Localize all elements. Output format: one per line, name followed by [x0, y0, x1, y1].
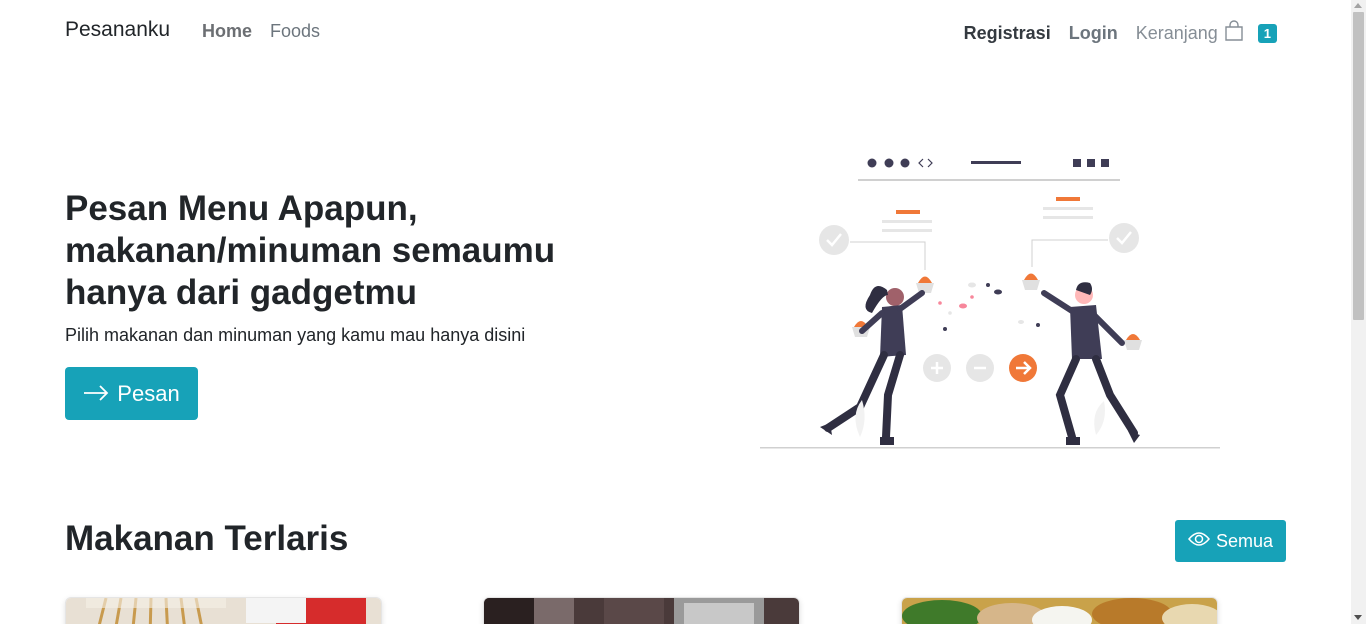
drink-food-image	[484, 598, 799, 624]
nav-links: Home Foods	[202, 21, 320, 42]
navbar: Pesananku Home Foods Registrasi Login Ke…	[0, 0, 1351, 62]
shopping-bag-icon	[1224, 20, 1244, 47]
food-card-sate[interactable]	[65, 597, 382, 624]
food-card-drink[interactable]	[483, 597, 800, 624]
arrow-right-icon	[83, 381, 109, 407]
eye-icon	[1187, 531, 1216, 552]
section-title-bold: Terlaris	[224, 519, 349, 558]
nav-link-home[interactable]: Home	[202, 21, 252, 42]
hero-title-bold: Pesan Menu Apapun	[65, 189, 408, 228]
login-link[interactable]: Login	[1069, 23, 1118, 44]
nav-right: Registrasi Login Keranjang 1	[964, 20, 1277, 47]
register-link[interactable]: Registrasi	[964, 23, 1051, 44]
food-card-rice-dish[interactable]	[901, 597, 1218, 624]
nav-link-foods[interactable]: Foods	[270, 21, 320, 42]
hero-illustration	[760, 145, 1220, 455]
hero-subtitle: Pilih makanan dan minuman yang kamu mau …	[65, 325, 526, 345]
cart-count-badge: 1	[1257, 24, 1277, 43]
see-all-label: Semua	[1215, 530, 1274, 551]
scroll-up-arrow-icon[interactable]	[1354, 3, 1362, 8]
rice-dish-food-image	[902, 598, 1217, 624]
section-title: Makanan Terlaris	[65, 519, 348, 559]
brand-logo[interactable]: Pesananku	[65, 18, 170, 42]
order-button-label: Pesan	[117, 380, 180, 406]
section-title-normal: Makanan	[65, 519, 225, 558]
see-all-button[interactable]: Semua	[1175, 520, 1286, 562]
cart-link[interactable]: Keranjang 1	[1136, 20, 1277, 47]
scrollbar-thumb[interactable]	[1353, 12, 1364, 320]
order-button[interactable]: Pesan	[65, 367, 198, 420]
cart-label: Keranjang	[1135, 23, 1218, 43]
scroll-down-arrow-icon[interactable]	[1354, 615, 1362, 620]
hero-title: Pesan Menu Apapun, makanan/minuman semau…	[65, 188, 585, 314]
sate-food-image	[66, 598, 381, 624]
page-scrollbar[interactable]	[1351, 0, 1366, 624]
